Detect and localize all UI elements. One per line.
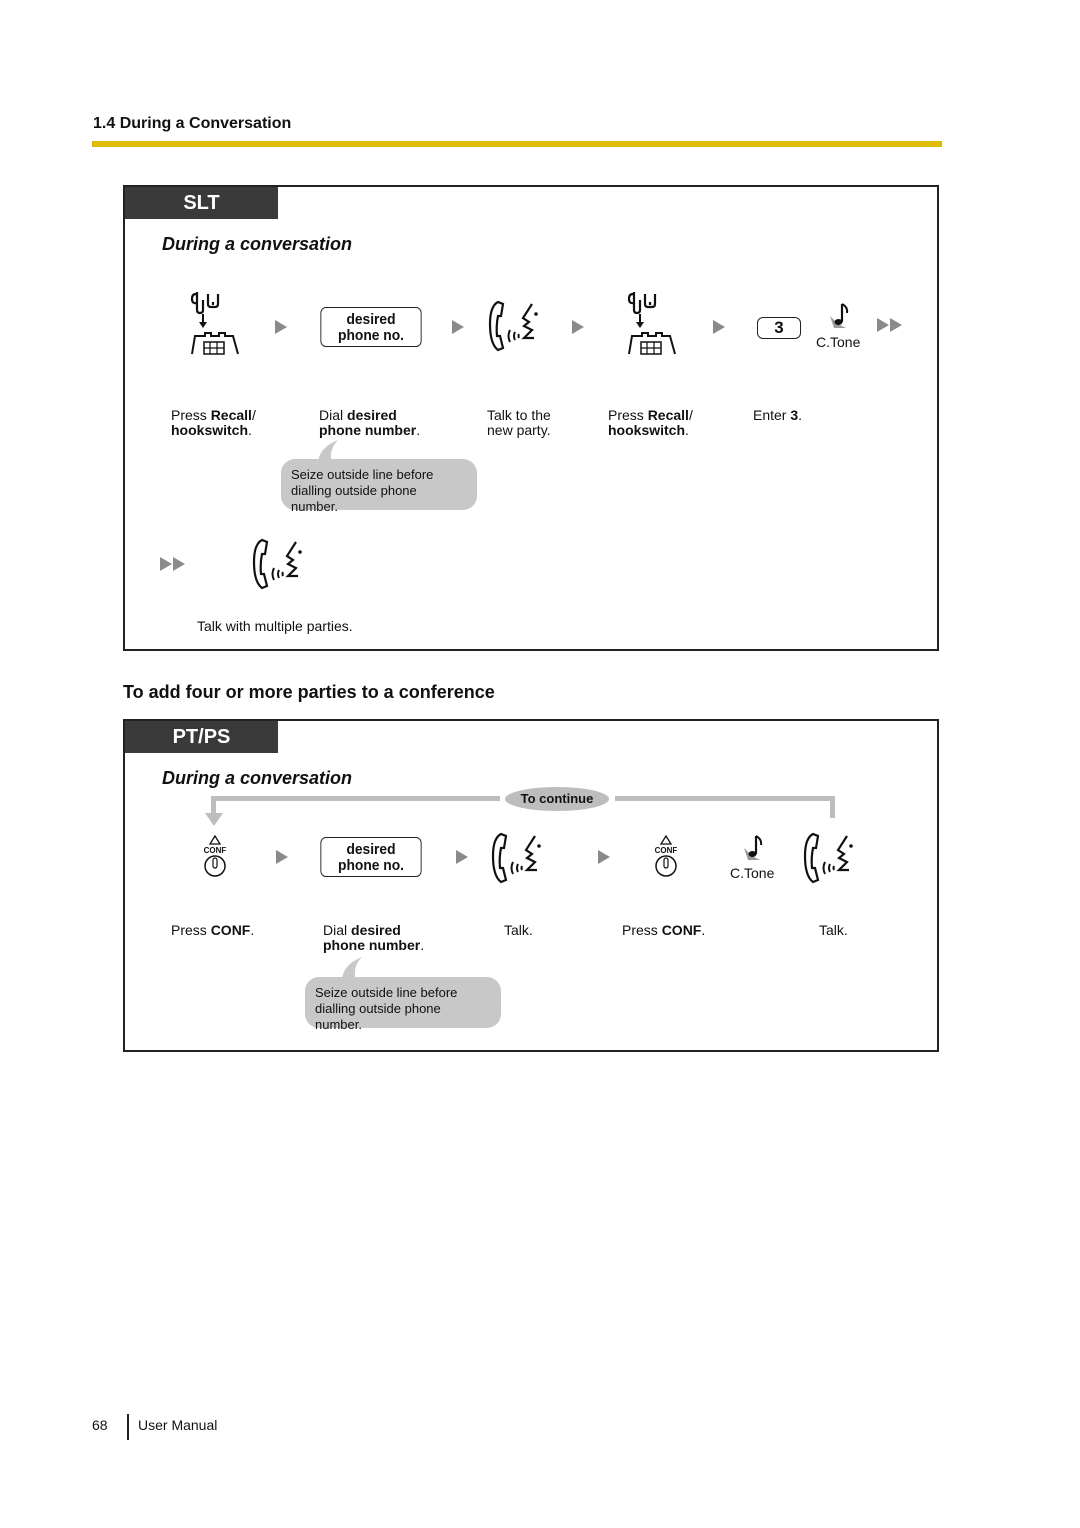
to-continue-label: To continue xyxy=(505,787,609,811)
step-caption: Press Recall/ hookswitch. xyxy=(171,408,256,438)
caption-text: Press xyxy=(608,407,648,423)
loop-line-down xyxy=(211,796,216,814)
ptps-tab: PT/PS xyxy=(125,721,278,753)
loop-line-left xyxy=(213,796,500,801)
key-3: 3 xyxy=(757,317,801,339)
step-caption: Talk. xyxy=(504,922,533,938)
next-arrow-icon xyxy=(275,320,287,334)
conference-heading: To add four or more parties to a confere… xyxy=(123,682,495,702)
caption-bold: hookswitch xyxy=(171,422,249,438)
c-tone-label: C.Tone xyxy=(816,334,861,350)
conf-button-icon: CONF xyxy=(201,834,229,884)
caption-text: . xyxy=(685,422,689,438)
hookswitch-icon xyxy=(190,290,240,363)
key-line-1: desired xyxy=(346,311,396,328)
continue-arrows-icon xyxy=(160,557,185,571)
next-arrow-icon xyxy=(456,850,468,864)
loop-arrow-down-icon xyxy=(205,813,223,826)
caption-text: . xyxy=(248,422,252,438)
note-line: Seize outside line before xyxy=(315,985,458,1000)
caption-bold: desired xyxy=(351,922,401,938)
step-caption: Talk to the new party. xyxy=(487,408,551,438)
loop-line-up xyxy=(830,796,835,818)
caption-bold: CONF xyxy=(210,922,251,938)
step-caption: Press CONF. xyxy=(171,923,254,938)
caption-text: Dial xyxy=(319,407,348,423)
next-arrow-icon xyxy=(572,320,584,334)
caption-bold: hookswitch xyxy=(608,422,686,438)
caption-text: Press xyxy=(622,922,662,938)
caption-bold: Recall xyxy=(647,407,689,423)
talk-icon xyxy=(488,300,544,359)
talk-icon xyxy=(252,538,308,597)
note-bubble: Seize outside line before dialling outsi… xyxy=(281,459,477,514)
final-caption: Talk with multiple parties. xyxy=(197,618,353,634)
next-arrow-icon xyxy=(598,850,610,864)
step-caption: Talk. xyxy=(819,922,848,938)
note-line: dialling outside phone number. xyxy=(291,483,417,514)
key-line-1: desired xyxy=(346,841,396,858)
c-tone-label: C.Tone xyxy=(730,865,775,881)
step-caption: Press Recall/ hookswitch. xyxy=(608,408,693,438)
confirmation-tone-icon xyxy=(830,302,850,335)
note-line: Seize outside line before xyxy=(291,467,434,482)
caption-text: Press xyxy=(171,922,211,938)
caption-text: Press xyxy=(171,407,211,423)
step-caption: Press CONF. xyxy=(622,923,705,938)
caption-bold: desired xyxy=(347,407,397,423)
step-caption: Dial desired phone number. xyxy=(323,923,424,953)
conf-label: CONF xyxy=(655,846,678,855)
caption-bold: phone number xyxy=(323,937,421,953)
accent-rule xyxy=(92,141,942,147)
desired-phone-no-key: desired phone no. xyxy=(320,307,422,347)
caption-text: . xyxy=(250,922,255,938)
note-line: dialling outside phone number. xyxy=(315,1001,441,1032)
loop-line-right xyxy=(615,796,835,801)
caption-bold: 3 xyxy=(790,407,799,423)
caption-bold: CONF xyxy=(661,922,702,938)
document-name: User Manual xyxy=(138,1417,218,1433)
conf-label: CONF xyxy=(204,846,227,855)
key-line-2: phone no. xyxy=(338,327,404,344)
slt-tab: SLT xyxy=(125,187,278,219)
caption-text: . xyxy=(416,422,421,438)
key-line-2: phone no. xyxy=(338,857,404,874)
caption-text: . xyxy=(420,937,425,953)
caption-text: Dial xyxy=(323,922,352,938)
talk-icon xyxy=(491,832,547,891)
caption-text: new party. xyxy=(487,422,551,438)
caption-text: . xyxy=(798,407,803,423)
next-arrow-icon xyxy=(276,850,288,864)
next-arrow-icon xyxy=(713,320,725,334)
caption-text: Talk to the xyxy=(487,407,551,423)
page-number: 68 xyxy=(92,1417,108,1433)
continue-arrows-icon xyxy=(877,318,902,332)
note-bubble: Seize outside line before dialling outsi… xyxy=(305,977,501,1032)
caption-text: / xyxy=(251,407,256,423)
conf-button-icon: CONF xyxy=(652,834,680,884)
slt-panel-title: During a conversation xyxy=(162,234,353,254)
step-caption: Dial desired phone number. xyxy=(319,408,420,438)
ptps-panel-title: During a conversation xyxy=(162,768,353,788)
section-heading: 1.4 During a Conversation xyxy=(93,115,292,132)
step-caption: Enter 3. xyxy=(753,408,802,423)
caption-bold: Recall xyxy=(210,407,252,423)
talk-icon xyxy=(803,832,859,891)
caption-bold: phone number xyxy=(319,422,417,438)
caption-text: / xyxy=(688,407,693,423)
caption-text: Enter xyxy=(753,407,791,423)
desired-phone-no-key: desired phone no. xyxy=(320,837,422,877)
confirmation-tone-icon xyxy=(744,834,764,867)
footer-divider xyxy=(127,1414,129,1440)
next-arrow-icon xyxy=(452,320,464,334)
caption-text: . xyxy=(701,922,706,938)
hookswitch-icon xyxy=(627,290,677,363)
